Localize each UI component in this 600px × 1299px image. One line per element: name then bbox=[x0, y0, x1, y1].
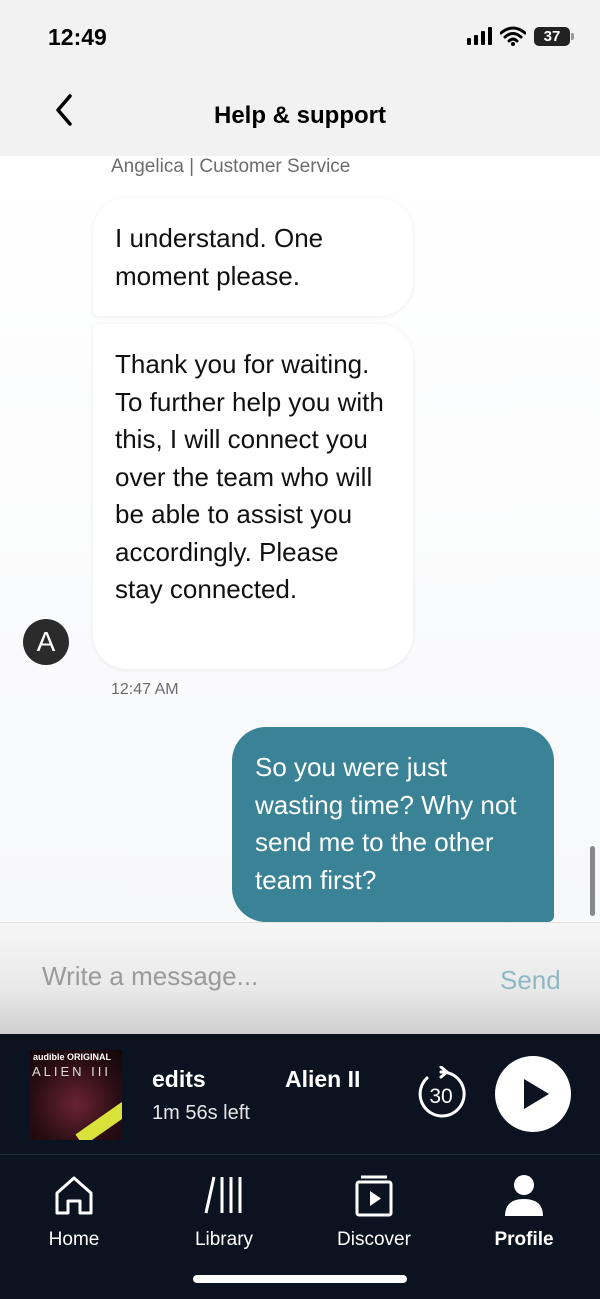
avatar: A bbox=[23, 619, 69, 665]
message-input[interactable]: Write a message... bbox=[42, 961, 258, 992]
tab-library[interactable]: Library bbox=[164, 1169, 284, 1251]
wifi-icon bbox=[500, 26, 526, 46]
send-button[interactable]: Send bbox=[500, 965, 561, 996]
cover-stripe bbox=[75, 1100, 122, 1140]
tab-profile[interactable]: Profile bbox=[464, 1169, 584, 1251]
tab-label: Home bbox=[48, 1229, 100, 1250]
cover-title: ALIEN III bbox=[32, 1064, 112, 1079]
mini-player[interactable]: audible ORIGINAL ALIEN III edits Alien I… bbox=[0, 1034, 600, 1154]
status-icons: 37 bbox=[467, 26, 574, 46]
discover-icon bbox=[355, 1175, 393, 1217]
scrollbar[interactable] bbox=[590, 846, 595, 916]
skip-back-30-icon[interactable]: 30 bbox=[413, 1066, 469, 1122]
user-message: So you were just wasting time? Why not s… bbox=[232, 727, 554, 922]
skip-seconds: 30 bbox=[429, 1085, 452, 1108]
cover-brand: audible ORIGINAL bbox=[33, 1052, 112, 1062]
play-icon bbox=[524, 1079, 549, 1109]
player-title-fragment: edits bbox=[152, 1066, 206, 1092]
top-bar: 12:49 37 Help & support bbox=[0, 0, 600, 156]
home-indicator[interactable] bbox=[193, 1275, 407, 1283]
tab-bar: Home Library Discover Profile bbox=[0, 1154, 600, 1299]
message-composer: Write a message... Send bbox=[0, 922, 600, 1034]
play-button[interactable] bbox=[495, 1056, 571, 1132]
tab-home[interactable]: Home bbox=[14, 1169, 134, 1251]
library-icon bbox=[204, 1176, 242, 1214]
tab-discover[interactable]: Discover bbox=[314, 1169, 434, 1251]
page-title: Help & support bbox=[214, 102, 386, 129]
tab-label: Profile bbox=[494, 1229, 554, 1250]
book-cover[interactable]: audible ORIGINAL ALIEN III bbox=[30, 1050, 122, 1140]
status-time: 12:49 bbox=[48, 24, 107, 50]
battery-icon: 37 bbox=[534, 26, 574, 46]
tab-label: Discover bbox=[337, 1229, 411, 1250]
message-timestamp: 12:47 AM bbox=[111, 681, 179, 698]
profile-icon bbox=[505, 1175, 543, 1216]
agent-message: Thank you for waiting. To further help y… bbox=[93, 324, 413, 669]
chat-thread[interactable]: Angelica | Customer Service I understand… bbox=[0, 156, 600, 922]
time-left: 1m 56s left bbox=[152, 1102, 250, 1124]
tab-label: Library bbox=[194, 1229, 254, 1250]
home-icon bbox=[55, 1176, 93, 1215]
player-title-fragment: Alien II bbox=[285, 1066, 361, 1092]
signal-icon bbox=[467, 27, 492, 45]
agent-name: Angelica | Customer Service bbox=[111, 156, 351, 177]
agent-message: I understand. One moment please. bbox=[93, 198, 413, 316]
